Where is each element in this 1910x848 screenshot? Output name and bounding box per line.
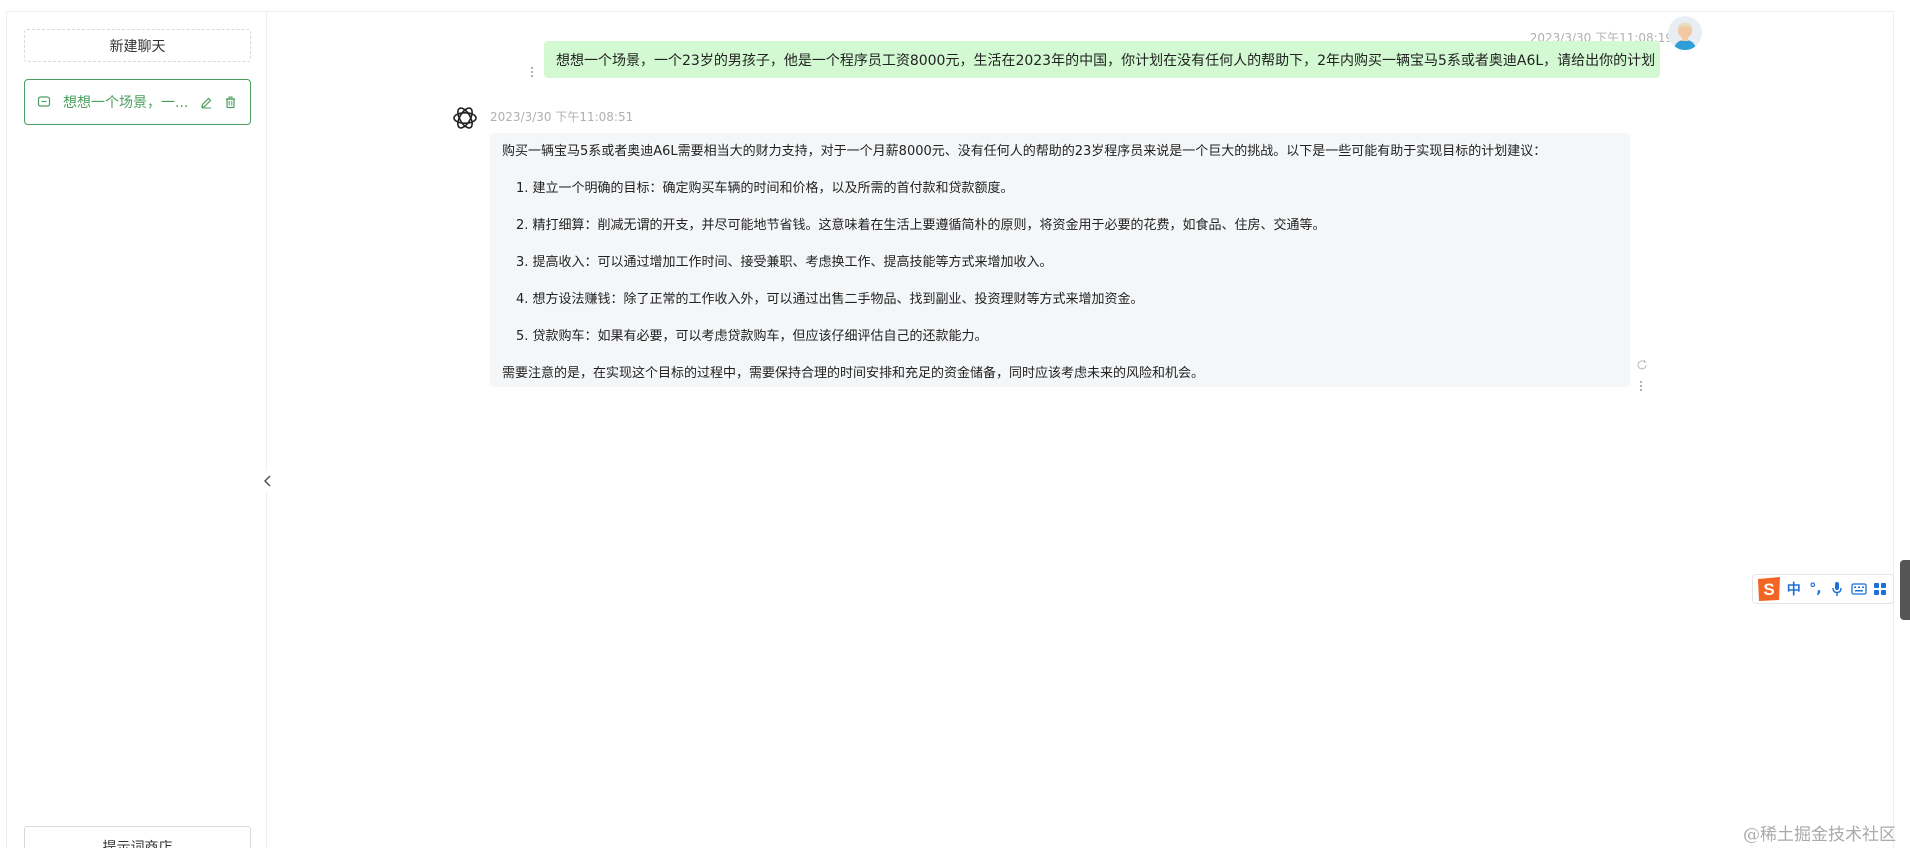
user-message-bubble: 想想一个场景，一个23岁的男孩子，他是一个程序员工资8000元，生活在2023年… bbox=[544, 41, 1660, 78]
more-vertical-icon[interactable] bbox=[1638, 378, 1644, 392]
refresh-icon[interactable] bbox=[1636, 356, 1648, 370]
prompt-store-button[interactable]: 提示词商店 bbox=[24, 826, 251, 848]
chat-bubble-icon bbox=[37, 95, 51, 109]
trash-icon[interactable] bbox=[222, 94, 238, 110]
list-item: 3. 提高收入：可以通过增加工作时间、接受兼职、考虑换工作、提高技能等方式来增加… bbox=[516, 255, 1053, 270]
ime-logo-icon[interactable]: S bbox=[1755, 576, 1783, 602]
sidebar: 新建聊天 想想一个场景，一... 提示词商店 bbox=[7, 12, 267, 848]
ime-logo-text: S bbox=[1763, 580, 1774, 599]
new-chat-button[interactable]: 新建聊天 bbox=[24, 29, 251, 62]
list-item: 5. 贷款购车：如果有必要，可以考虑贷款购车，但应该仔细评估自己的还款能力。 bbox=[516, 329, 988, 344]
user-avatar-icon bbox=[1668, 16, 1702, 50]
edit-icon[interactable] bbox=[198, 94, 214, 110]
ime-toolbar: S 中 °, bbox=[1752, 574, 1894, 604]
ime-mode-toggle[interactable]: 中 bbox=[1783, 577, 1805, 601]
keyboard-icon[interactable] bbox=[1848, 577, 1870, 601]
openai-logo-icon bbox=[450, 103, 480, 133]
watermark: @稀土掘金技术社区 bbox=[1743, 825, 1896, 845]
bot-message-list: 1. 建立一个明确的目标：确定购买车辆的时间和价格，以及所需的首付款和贷款额度。… bbox=[502, 179, 1618, 364]
list-item: 1. 建立一个明确的目标：确定购买车辆的时间和价格，以及所需的首付款和贷款额度。 bbox=[516, 181, 1014, 196]
bot-message-time: 2023/3/30 下午11:08:51 bbox=[490, 110, 634, 124]
sidebar-collapse-toggle[interactable] bbox=[257, 470, 279, 492]
chevron-left-icon bbox=[263, 472, 273, 491]
bot-message-intro: 购买一辆宝马5系或者奥迪A6L需要相当大的财力支持，对于一个月薪8000元、没有… bbox=[502, 144, 1547, 159]
ime-edge-handle[interactable] bbox=[1900, 560, 1910, 620]
ime-punct-toggle[interactable]: °, bbox=[1805, 577, 1827, 601]
history-item[interactable]: 想想一个场景，一... bbox=[24, 79, 251, 125]
list-item: 2. 精打细算：削减无谓的开支，并尽可能地节省钱。这意味着在生活上要遵循简朴的原… bbox=[516, 218, 1326, 233]
bot-message-outro: 需要注意的是，在实现这个目标的过程中，需要保持合理的时间安排和充足的资金储备，同… bbox=[502, 366, 1205, 381]
history-item-title: 想想一个场景，一... bbox=[63, 95, 189, 111]
more-vertical-icon[interactable] bbox=[529, 64, 535, 78]
user-message-text: 想想一个场景，一个23岁的男孩子，他是一个程序员工资8000元，生活在2023年… bbox=[556, 52, 1656, 69]
list-item: 4. 想方设法赚钱：除了正常的工作收入外，可以通过出售二手物品、找到副业、投资理… bbox=[516, 292, 1144, 307]
grid-icon[interactable] bbox=[1869, 577, 1891, 601]
microphone-icon[interactable] bbox=[1826, 577, 1848, 601]
bot-message-bubble: 购买一辆宝马5系或者奥迪A6L需要相当大的财力支持，对于一个月薪8000元、没有… bbox=[490, 133, 1630, 387]
